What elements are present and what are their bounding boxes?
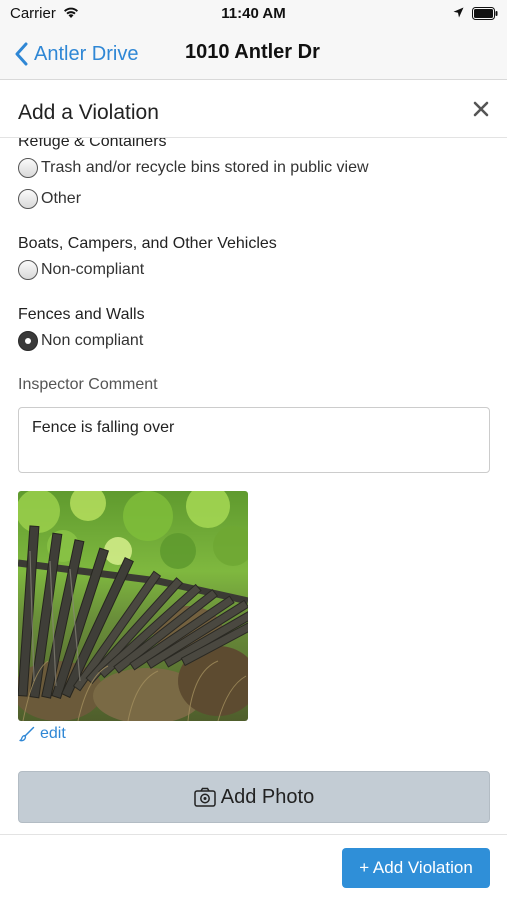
back-button[interactable]: Antler Drive — [14, 39, 138, 69]
category-label-fences: Fences and Walls — [18, 306, 145, 323]
status-time: 11:40 AM — [221, 5, 286, 22]
violation-form[interactable]: Refuge & Containers Trash and/or recycle… — [0, 130, 507, 834]
battery-icon — [472, 7, 498, 20]
option-label: Non-compliant — [41, 261, 145, 278]
option-label: Other — [41, 190, 82, 207]
modal-title: Add a Violation — [18, 101, 159, 124]
option-other[interactable]: Other — [18, 189, 81, 209]
radio-button[interactable] — [18, 260, 38, 280]
category-label-vehicles: Boats, Campers, and Other Vehicles — [18, 235, 277, 252]
modal-footer: + Add Violation — [0, 834, 507, 900]
modal-header: Add a Violation — [0, 80, 507, 138]
option-trash-bins[interactable]: Trash and/or recycle bins stored in publ… — [18, 158, 369, 178]
status-bar: Carrier 11:40 AM — [0, 0, 507, 28]
camera-icon — [194, 787, 216, 807]
option-fences-non-compliant[interactable]: Non compliant — [18, 331, 143, 351]
location-arrow-icon — [453, 7, 464, 18]
brush-icon — [19, 726, 35, 742]
violation-photo — [18, 491, 248, 721]
radio-button[interactable] — [18, 189, 38, 209]
close-icon[interactable] — [470, 98, 492, 120]
radio-button[interactable] — [18, 158, 38, 178]
option-label: Non compliant — [41, 332, 144, 349]
add-photo-button[interactable]: Add Photo — [18, 771, 490, 823]
option-vehicles-non-compliant[interactable]: Non-compliant — [18, 260, 144, 280]
page-title: 1010 Antler Dr — [185, 41, 320, 63]
back-button-label: Antler Drive — [34, 42, 139, 65]
edit-photo-link[interactable]: edit — [19, 725, 66, 743]
inspector-comment-label: Inspector Comment — [18, 376, 158, 393]
edit-label: edit — [40, 725, 66, 742]
add-violation-button[interactable]: + Add Violation — [342, 848, 490, 888]
radio-button-selected[interactable] — [18, 331, 38, 351]
navigation-bar: Antler Drive 1010 Antler Dr — [0, 28, 507, 80]
add-photo-label: Add Photo — [220, 785, 315, 808]
option-label: Trash and/or recycle bins stored in publ… — [41, 159, 369, 176]
chevron-left-icon — [15, 42, 28, 66]
inspector-comment-input[interactable]: Fence is falling over — [18, 407, 490, 473]
